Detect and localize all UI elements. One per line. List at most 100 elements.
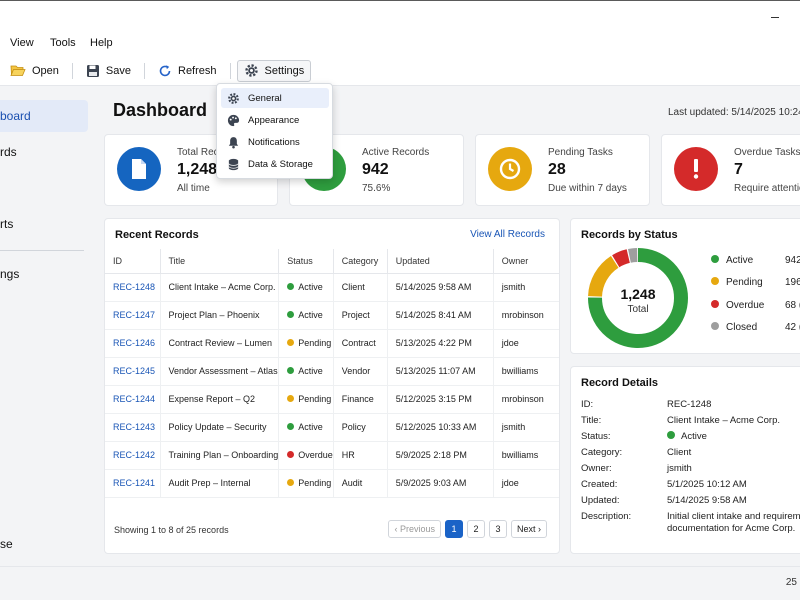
stat-value: 1,248 [177, 161, 218, 178]
exclamation-icon [674, 147, 718, 191]
column-header-title[interactable]: Title [160, 249, 280, 274]
sidebar-item-label: ngs [0, 267, 20, 281]
column-header-updated[interactable]: Updated [387, 249, 494, 274]
open-button[interactable]: Open [3, 60, 66, 82]
sidebar-item-bottom[interactable]: se [0, 528, 88, 560]
column-header-status[interactable]: Status [278, 249, 334, 274]
cell-category: Client [333, 273, 388, 302]
cell-id[interactable]: REC-1248 [105, 273, 161, 302]
sidebar-item-dashboard[interactable]: board [0, 100, 88, 132]
menu-item-label: General [248, 92, 282, 104]
menu-view[interactable]: View [10, 37, 50, 49]
cell-id[interactable]: REC-1246 [105, 329, 161, 358]
palette-icon [227, 114, 240, 126]
detail-label: Title: [581, 415, 602, 426]
menu-item-label: Data & Storage [248, 158, 313, 170]
cell-title: Project Plan – Phoenix [160, 301, 280, 330]
sidebar-item-label: se [0, 537, 13, 551]
cell-updated: 5/9/2025 9:03 AM [387, 469, 494, 498]
cell-title: Vendor Assessment – Atlas [160, 357, 280, 386]
page-1-button[interactable]: 1 [444, 520, 463, 538]
cell-updated: 5/13/2025 4:22 PM [387, 329, 494, 358]
table-row[interactable]: REC-1248 Client Intake – Acme Corp. Active… [105, 273, 559, 302]
save-button[interactable]: Save [79, 60, 138, 82]
cell-id[interactable]: REC-1247 [105, 301, 161, 330]
next-page-button[interactable]: Next › [510, 520, 547, 538]
cell-title: Audit Prep – Internal [160, 469, 280, 498]
cell-id[interactable]: REC-1241 [105, 469, 161, 498]
detail-label: Status: [581, 431, 611, 442]
legend-value: 196 [785, 277, 800, 288]
toolbar-divider [229, 62, 231, 79]
status-dot-icon [287, 479, 295, 487]
floppy-disk-icon [86, 64, 99, 77]
legend-value: 42 ( [785, 322, 800, 333]
menu-tools[interactable]: Tools [50, 37, 90, 49]
page-title: Dashboard [113, 100, 208, 120]
legend-item: Active 942 [711, 255, 800, 266]
status-dot-icon [287, 423, 295, 431]
status-text: Active [298, 310, 323, 320]
toolbar-divider [71, 62, 73, 79]
page-2-button[interactable]: 2 [466, 520, 485, 538]
cell-updated: 5/13/2025 11:07 AM [387, 357, 494, 386]
toolbar: Open Save Refresh Settings [0, 56, 800, 86]
document-icon [117, 147, 161, 191]
cell-id[interactable]: REC-1245 [105, 357, 161, 386]
previous-page-button[interactable]: ‹ Previous [388, 520, 441, 538]
minimize-button[interactable] [766, 7, 786, 25]
status-dot-icon [287, 451, 295, 459]
cell-owner: jsmith [493, 413, 559, 442]
sidebar-item-records[interactable]: rds [0, 136, 88, 168]
refresh-button[interactable]: Refresh [151, 60, 224, 82]
menu-item-appearance[interactable]: Appearance [221, 110, 329, 130]
settings-button[interactable]: Settings [236, 59, 312, 82]
column-header-owner[interactable]: Owner [493, 249, 559, 274]
legend-item: Closed 42 ( [711, 322, 800, 333]
table-row[interactable]: REC-1242 Training Plan – Onboarding Overdu… [105, 441, 559, 470]
legend-value: 942 [785, 255, 800, 266]
menu-item-general[interactable]: General [221, 88, 329, 108]
page-3-button[interactable]: 3 [488, 520, 507, 538]
legend-label: Overdue [726, 300, 765, 311]
sidebar-item-tasks[interactable] [0, 172, 88, 204]
legend-label: Active [726, 255, 754, 266]
cell-id[interactable]: REC-1244 [105, 385, 161, 414]
status-dot-icon [287, 395, 295, 403]
panel-title: Record Details [581, 377, 659, 389]
column-header-category[interactable]: Category [333, 249, 388, 274]
table-row[interactable]: REC-1241 Audit Prep – Internal Pending Audi… [105, 469, 559, 498]
status-dot-icon [667, 431, 675, 440]
settings-dropdown-menu: General Appearance Notifications Data & … [216, 83, 333, 179]
menu-item-data-storage[interactable]: Data & Storage [221, 154, 329, 174]
menu-item-notifications[interactable]: Notifications [221, 132, 329, 152]
cell-id[interactable]: REC-1242 [105, 441, 161, 470]
detail-value: documentation for Acme Corp. [667, 523, 796, 534]
menu-help[interactable]: Help [90, 37, 130, 49]
table-row[interactable]: REC-1247 Project Plan – Phoenix Active Proj… [105, 301, 559, 330]
stat-value: 7 [734, 161, 743, 178]
sidebar-item-settings[interactable]: ngs [0, 258, 88, 290]
table-row[interactable]: REC-1246 Contract Review – Lumen Pending Co… [105, 329, 559, 358]
menu-item-label: Notifications [248, 136, 300, 148]
cell-id[interactable]: REC-1243 [105, 413, 161, 442]
table-row[interactable]: REC-1244 Expense Report – Q2 Pending Financ… [105, 385, 559, 414]
detail-label: Owner: [581, 463, 612, 474]
status-text: Active [298, 282, 323, 292]
legend-label: Closed [726, 322, 758, 333]
status-dot-icon [287, 367, 295, 375]
cell-owner: jdoe [493, 329, 559, 358]
view-all-records-link[interactable]: View All Records [470, 229, 545, 240]
table-row[interactable]: REC-1243 Policy Update – Security Active Po… [105, 413, 559, 442]
cell-category: Vendor [333, 357, 388, 386]
cell-category: HR [333, 441, 388, 470]
refresh-label: Refresh [178, 64, 217, 77]
status-dot-icon [287, 311, 295, 319]
table-row[interactable]: REC-1245 Vendor Assessment – Atlas Active V… [105, 357, 559, 386]
sidebar-item-reports[interactable]: rts [0, 208, 88, 240]
detail-value: Client Intake – Acme Corp. [667, 415, 780, 426]
save-label: Save [105, 64, 131, 77]
pagination-summary: Showing 1 to 8 of 25 records [114, 525, 229, 535]
column-header-id[interactable]: ID [105, 249, 161, 274]
cell-title: Client Intake – Acme Corp. [160, 273, 280, 302]
